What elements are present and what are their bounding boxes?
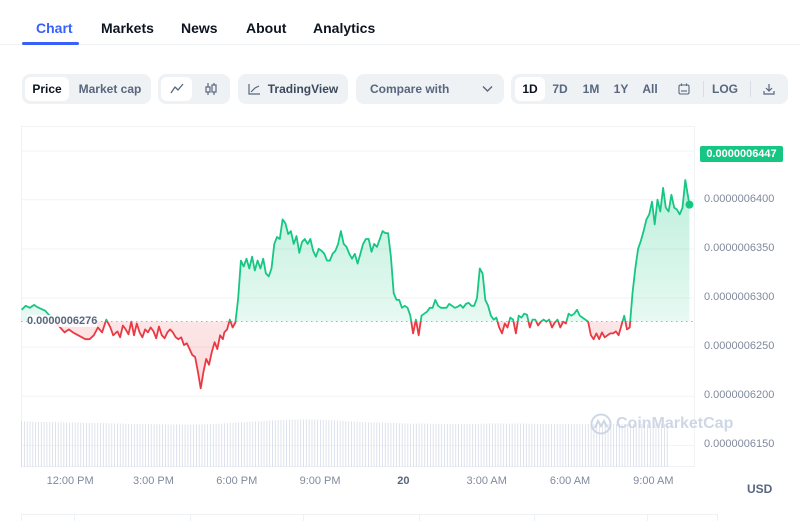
y-tick-label: 0.0000006300 [704, 290, 775, 303]
y-tick-label: 0.0000006400 [704, 192, 775, 205]
baseline-price-label: 0.0000006276 [27, 314, 98, 327]
x-tick-label: 3:00 AM [466, 475, 507, 487]
watermark-text: CoinMarketCap [616, 415, 734, 432]
watermark: CoinMarketCap [590, 413, 733, 435]
y-tick-label: 0.0000006350 [704, 241, 775, 254]
y-tick-label: 0.0000006250 [704, 340, 775, 353]
y-tick-label: 0.0000006150 [704, 438, 775, 451]
coinmarketcap-logo-icon [590, 413, 612, 435]
x-tick-label: 6:00 PM [216, 475, 258, 487]
stats-table-header [21, 514, 718, 521]
x-tick-label: 6:00 AM [549, 475, 591, 487]
price-chart [21, 150, 695, 467]
y-tick-label: 0.0000006200 [704, 389, 775, 402]
x-tick-label: 20 [397, 475, 410, 487]
x-tick-label: 3:00 PM [132, 475, 174, 487]
x-tick-label: 12:00 PM [46, 475, 94, 487]
area-fill-above-baseline [21, 180, 690, 322]
current-price-tag: 0.0000006447 [700, 145, 783, 162]
currency-label: USD [747, 482, 773, 496]
x-tick-label: 9:00 AM [633, 475, 674, 487]
current-price-dot [685, 200, 694, 209]
x-tick-label: 9:00 PM [299, 475, 341, 487]
